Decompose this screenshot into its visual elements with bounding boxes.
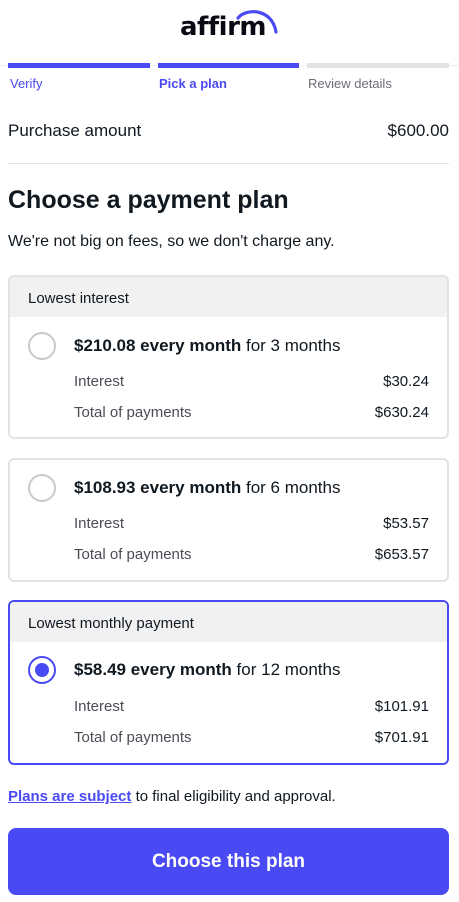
plan-term: for 12 months	[236, 660, 341, 679]
interest-value: $53.57	[383, 515, 429, 532]
plan-interest-row: Interest $53.57	[74, 515, 429, 535]
plan-card-6-months[interactable]: $108.93 every month for 6 months Interes…	[8, 458, 449, 582]
plan-term: for 3 months	[246, 336, 341, 355]
interest-value: $30.24	[383, 373, 429, 390]
interest-label: Interest	[74, 515, 125, 532]
plan-radio-6-months[interactable]	[28, 474, 56, 502]
plan-radio-12-months[interactable]	[28, 656, 56, 684]
plan-monthly-amount: $210.08 every month	[74, 336, 242, 355]
plan-card-3-months[interactable]: Lowest interest $210.08 every month for …	[8, 275, 449, 439]
plan-summary: $210.08 every month for 3 months	[74, 336, 341, 356]
plan-summary: $108.93 every month for 6 months	[74, 478, 341, 498]
plan-total-row: Total of payments $630.24	[74, 404, 429, 424]
plan-tag: Lowest monthly payment	[10, 602, 447, 642]
affirm-logo: affirm	[180, 10, 280, 42]
step-label-review-details: Review details	[308, 76, 392, 91]
total-value: $653.57	[374, 546, 429, 563]
disclaimer: Plans are subject to final eligibility a…	[8, 788, 336, 805]
page-subtitle: We're not big on fees, so we don't charg…	[8, 233, 335, 250]
plan-term: for 6 months	[246, 478, 341, 497]
step-bar-verify	[8, 63, 150, 68]
plan-total-row: Total of payments $653.57	[74, 546, 429, 566]
plan-monthly-amount: $58.49 every month	[74, 660, 232, 679]
total-label: Total of payments	[74, 546, 192, 563]
page-title: Choose a payment plan	[8, 186, 289, 214]
divider	[8, 163, 449, 164]
total-label: Total of payments	[74, 404, 192, 421]
disclaimer-text: to final eligibility and approval.	[131, 788, 336, 805]
purchase-amount-value: $600.00	[387, 121, 449, 140]
header: affirm	[0, 0, 459, 66]
total-value: $630.24	[374, 404, 429, 421]
plan-radio-3-months[interactable]	[28, 332, 56, 360]
plan-card-12-months[interactable]: Lowest monthly payment $58.49 every mont…	[8, 600, 449, 765]
plan-summary: $58.49 every month for 12 months	[74, 660, 341, 680]
logo-text: affirm	[180, 12, 267, 42]
plan-total-row: Total of payments $701.91	[74, 729, 429, 749]
total-value: $701.91	[374, 729, 429, 746]
purchase-amount-row: Purchase amount $600.00	[8, 121, 449, 145]
purchase-amount-label: Purchase amount	[8, 121, 142, 140]
plan-interest-row: Interest $101.91	[74, 698, 429, 718]
plan-interest-row: Interest $30.24	[74, 373, 429, 393]
interest-label: Interest	[74, 698, 125, 715]
step-bar-review-details	[307, 63, 449, 68]
step-label-verify[interactable]: Verify	[10, 76, 43, 91]
choose-this-plan-button[interactable]: Choose this plan	[8, 828, 449, 895]
step-label-pick-a-plan: Pick a plan	[159, 76, 227, 91]
total-label: Total of payments	[74, 729, 192, 746]
interest-value: $101.91	[374, 698, 429, 715]
interest-label: Interest	[74, 373, 125, 390]
plan-tag: Lowest interest	[10, 277, 447, 317]
plan-monthly-amount: $108.93 every month	[74, 478, 242, 497]
step-bar-pick-a-plan	[158, 63, 299, 68]
plans-are-subject-link[interactable]: Plans are subject	[8, 788, 131, 805]
